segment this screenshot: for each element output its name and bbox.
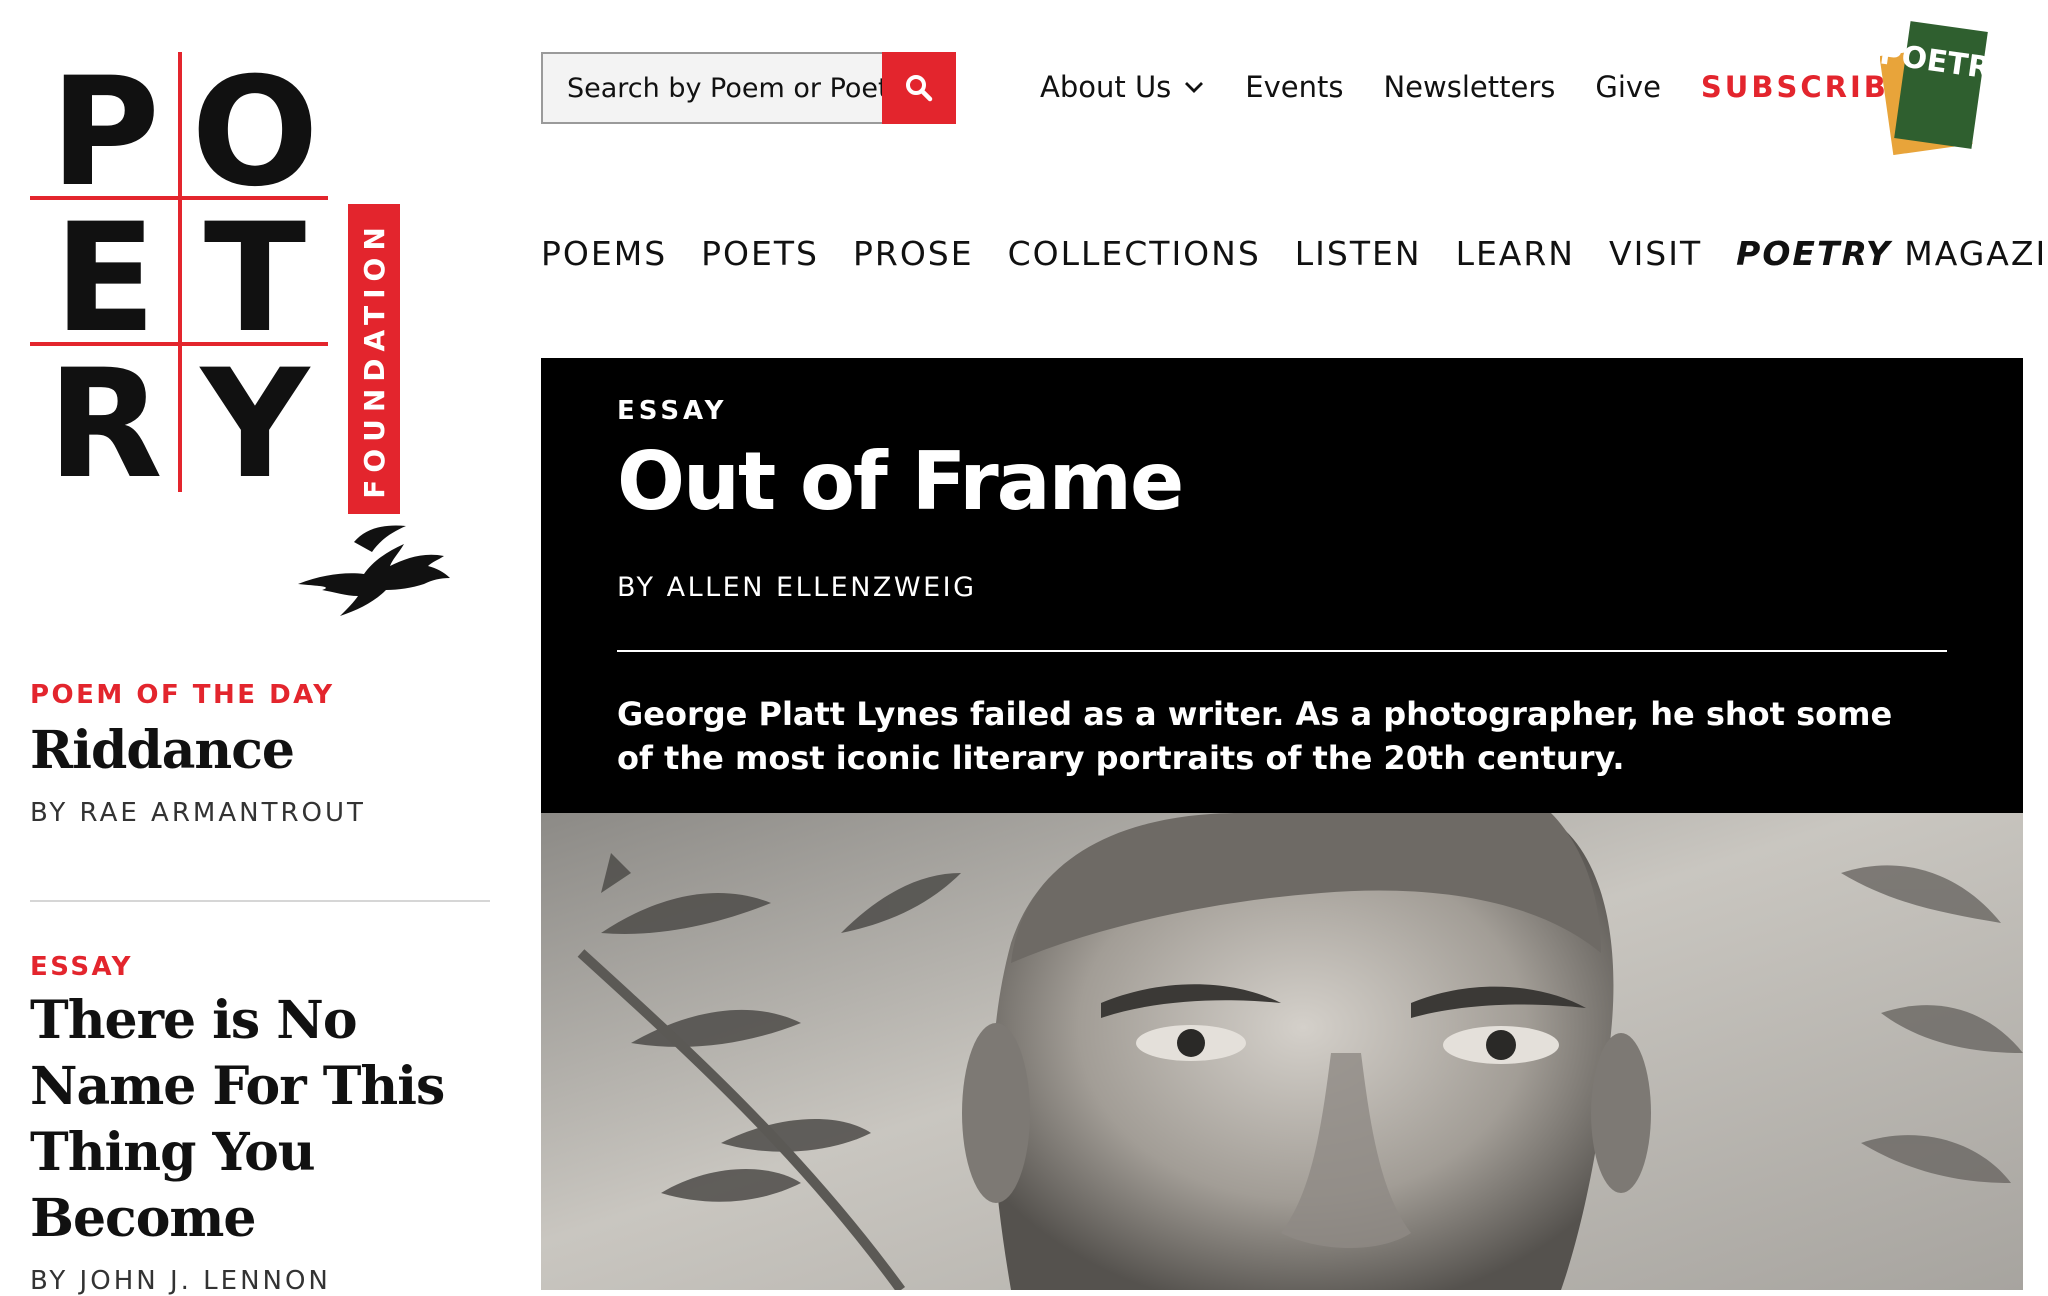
logo-letter-r: R [47, 338, 163, 512]
poetry-magazine-cover[interactable]: POETRY [1880, 20, 1990, 155]
search-input[interactable] [541, 52, 882, 124]
hero-kicker: ESSAY [617, 396, 728, 426]
hero-byline[interactable]: BY ALLEN ELLENZWEIG [617, 572, 977, 603]
events-link[interactable]: Events [1245, 70, 1343, 104]
sidebar-divider [30, 900, 490, 902]
hero-portrait-photo[interactable] [541, 813, 2023, 1290]
poem-of-the-day-title[interactable]: Riddance [30, 718, 490, 784]
nav-collections[interactable]: COLLECTIONS [1008, 234, 1261, 273]
pegasus-icon [298, 525, 450, 616]
nav-learn[interactable]: LEARN [1456, 234, 1575, 273]
nav-visit[interactable]: VISIT [1609, 234, 1702, 273]
featured-essay-hero[interactable]: ESSAY Out of Frame BY ALLEN ELLENZWEIG G… [541, 358, 2023, 813]
hero-divider [617, 650, 1947, 652]
sidebar-essay-kicker: ESSAY [30, 952, 134, 982]
main-nav: POEMS POETS PROSE COLLECTIONS LISTEN LEA… [541, 228, 2048, 278]
nav-poetry-magazine-em: POETRY [1736, 233, 1892, 273]
poem-of-the-day: POEM OF THE DAY Riddance BY RAE ARMANTRO… [30, 680, 490, 828]
nav-poems[interactable]: POEMS [541, 234, 667, 273]
about-us-menu[interactable]: About Us [1040, 70, 1205, 104]
logo-letter-t: T [203, 192, 307, 366]
nav-poetry-magazine[interactable]: POETRY MAGAZINE [1736, 234, 2048, 273]
nav-poetry-magazine-rest: MAGAZINE [1904, 233, 2048, 273]
sidebar-essay: ESSAY There is No Name For This Thing Yo… [30, 952, 490, 1296]
newsletters-link[interactable]: Newsletters [1383, 70, 1555, 104]
nav-prose[interactable]: PROSE [853, 234, 974, 273]
give-link[interactable]: Give [1595, 70, 1661, 104]
poetry-foundation-logo[interactable]: P O E T R Y FOUNDATION [30, 52, 450, 622]
portrait-image [541, 813, 2023, 1290]
logo-letter-y: Y [200, 338, 310, 512]
utility-nav: About Us Events Newsletters Give SUBSCRI… [1040, 62, 1912, 112]
chevron-down-icon [1185, 82, 1204, 93]
logo-foundation-band: FOUNDATION [348, 204, 400, 514]
sidebar-essay-byline[interactable]: BY JOHN J. LENNON [30, 1266, 490, 1296]
logo-foundation-text: FOUNDATION [357, 219, 391, 499]
hero-dek: George Platt Lynes failed as a writer. A… [617, 695, 1893, 777]
logo-letter-e: E [53, 192, 157, 366]
sidebar-essay-title[interactable]: There is No Name For This Thing You Beco… [30, 988, 490, 1252]
nav-listen[interactable]: LISTEN [1295, 234, 1422, 273]
search-button[interactable] [882, 52, 956, 124]
search-icon [906, 75, 933, 102]
about-us-label: About Us [1040, 70, 1172, 104]
poem-of-the-day-kicker: POEM OF THE DAY [30, 680, 335, 710]
search-bar [541, 52, 956, 124]
logo-letter-p: P [50, 46, 160, 220]
logo-letter-o: O [191, 46, 319, 220]
poem-of-the-day-byline[interactable]: BY RAE ARMANTROUT [30, 798, 490, 828]
nav-poets[interactable]: POETS [701, 234, 819, 273]
hero-title[interactable]: Out of Frame [617, 440, 1184, 524]
